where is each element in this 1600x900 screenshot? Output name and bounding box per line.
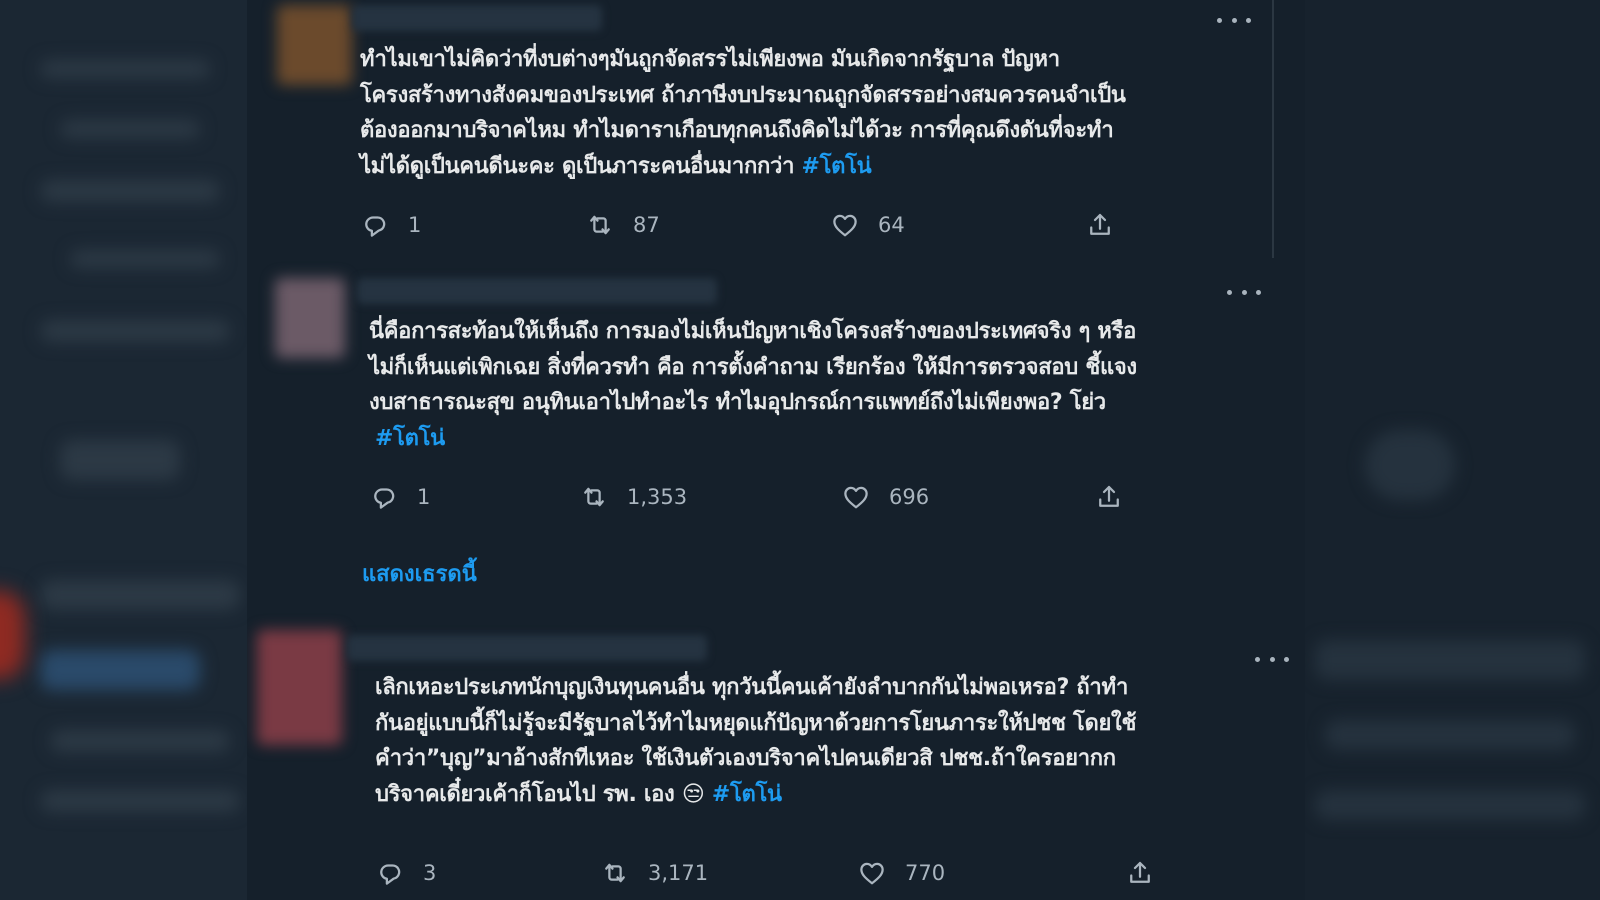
like-count: 64 — [878, 213, 905, 237]
reply-icon — [374, 488, 395, 509]
retweet-icon — [590, 215, 610, 235]
share-icon — [1130, 861, 1150, 883]
retweet-count: 3,171 — [648, 861, 709, 885]
retweet-count: 87 — [633, 213, 660, 237]
reply-count: 1 — [417, 485, 431, 509]
author-name[interactable] — [347, 635, 707, 661]
author-name[interactable] — [352, 5, 602, 31]
like-button[interactable]: 64 — [830, 208, 905, 242]
more-icon[interactable] — [1217, 10, 1251, 30]
reply-count: 1 — [408, 213, 422, 237]
hashtag-link[interactable]: #โตโน่ — [375, 426, 445, 451]
tweet-text: ทำไมเขาไม่คิดว่าที่งบต่างๆมันถูกจัดสรรไม… — [360, 47, 1126, 179]
like-count: 696 — [889, 485, 930, 509]
retweet-icon — [584, 487, 604, 507]
reply-count: 3 — [423, 861, 437, 885]
author-name[interactable] — [357, 278, 717, 304]
tweet[interactable]: เลิกเหอะประเภทนักบุญเงินทุนคนอื่น ทุกวัน… — [247, 625, 1305, 900]
tweet-actions: 3 3,171 770 — [375, 856, 1275, 890]
page: ทำไมเขาไม่คิดว่าที่งบต่างๆมันถูกจัดสรรไม… — [0, 0, 1600, 900]
share-button[interactable] — [1094, 480, 1124, 514]
retweet-button[interactable]: 3,171 — [600, 856, 708, 890]
like-icon — [833, 214, 857, 237]
share-button[interactable] — [1125, 856, 1155, 890]
tweet[interactable]: ทำไมเขาไม่คิดว่าที่งบต่างๆมันถูกจัดสรรไม… — [247, 0, 1305, 262]
like-button[interactable]: 770 — [857, 856, 945, 890]
tweet-feed: ทำไมเขาไม่คิดว่าที่งบต่างๆมันถูกจัดสรรไม… — [247, 0, 1305, 900]
like-button[interactable]: 696 — [841, 480, 929, 514]
tweet-actions: 1 87 64 — [360, 208, 1260, 242]
avatar[interactable] — [275, 278, 345, 358]
tweet-text: เลิกเหอะประเภทนักบุญเงินทุนคนอื่น ทุกวัน… — [375, 675, 1137, 807]
more-icon[interactable] — [1227, 282, 1261, 302]
reply-icon — [365, 216, 386, 237]
like-icon — [844, 486, 868, 509]
show-thread-link[interactable]: แสดงเธรดนี้ — [362, 556, 477, 591]
more-icon[interactable] — [1255, 649, 1289, 669]
retweet-button[interactable]: 1,353 — [579, 480, 687, 514]
share-button[interactable] — [1085, 208, 1115, 242]
tweet-text: นี่คือการสะท้อนให้เห็นถึง การมองไม่เห็นป… — [369, 319, 1137, 451]
share-icon — [1090, 213, 1110, 235]
like-icon — [860, 862, 884, 885]
reply-button[interactable]: 1 — [360, 208, 421, 242]
reply-button[interactable]: 3 — [375, 856, 436, 890]
hashtag-link[interactable]: #โตโน่ — [712, 782, 782, 807]
hashtag-link[interactable]: #โตโน่ — [802, 154, 872, 179]
reply-button[interactable]: 1 — [369, 480, 430, 514]
tweet-actions: 1 1,353 696 — [369, 480, 1269, 514]
retweet-icon — [605, 863, 625, 883]
unamused-emoji: 😒 — [681, 781, 705, 807]
avatar[interactable] — [277, 5, 352, 85]
share-icon — [1099, 485, 1119, 507]
like-count: 770 — [905, 861, 946, 885]
retweet-count: 1,353 — [627, 485, 688, 509]
retweet-button[interactable]: 87 — [585, 208, 660, 242]
reply-icon — [380, 864, 401, 885]
blurred-right-panel — [1305, 0, 1600, 900]
blurred-left-panel — [0, 0, 247, 900]
avatar[interactable] — [257, 630, 342, 745]
